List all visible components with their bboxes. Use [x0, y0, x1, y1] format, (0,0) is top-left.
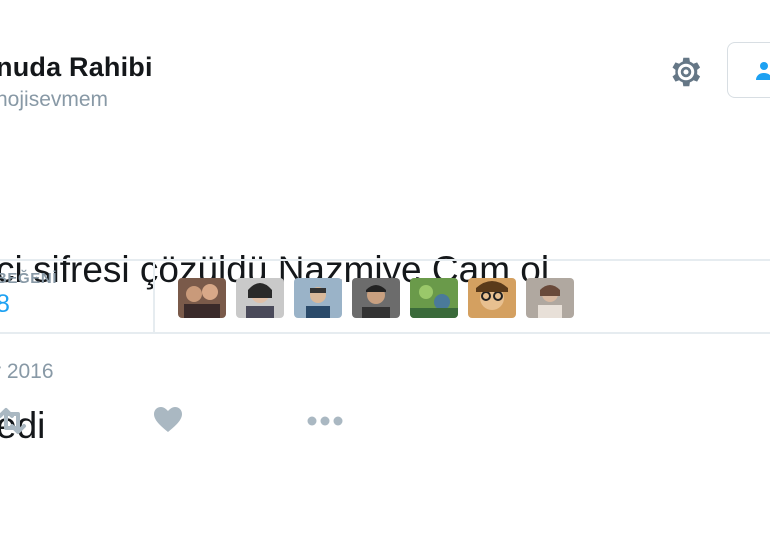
likes-count[interactable]: 8: [0, 290, 10, 319]
stats-divider-bottom: [0, 332, 770, 334]
follow-user-icon: [756, 62, 770, 80]
avatar[interactable]: [410, 278, 458, 318]
avatar[interactable]: [526, 278, 574, 318]
heart-icon[interactable]: [152, 404, 184, 438]
tweet-date[interactable]: r 2016: [0, 360, 54, 384]
stats-separator: [153, 262, 155, 332]
user-handle[interactable]: nojisevmem: [0, 88, 108, 112]
avatar[interactable]: [352, 278, 400, 318]
avatar[interactable]: [236, 278, 284, 318]
avatar[interactable]: [468, 278, 516, 318]
liked-by-avatars: [178, 278, 574, 318]
stats-divider-top: [0, 259, 770, 261]
more-icon[interactable]: [304, 404, 346, 438]
display-name[interactable]: nuda Rahibi: [0, 52, 153, 83]
avatar[interactable]: [294, 278, 342, 318]
follow-button[interactable]: [727, 42, 770, 98]
retweet-icon[interactable]: [0, 404, 30, 438]
gear-icon[interactable]: [668, 54, 704, 90]
likes-label[interactable]: BEĞENİ: [0, 270, 57, 287]
avatar[interactable]: [178, 278, 226, 318]
tweet-text-line-2: edi: [0, 405, 46, 446]
tweet-text: ci sifresi çözüldü Nazmiye Cam ol edi: [0, 140, 770, 556]
